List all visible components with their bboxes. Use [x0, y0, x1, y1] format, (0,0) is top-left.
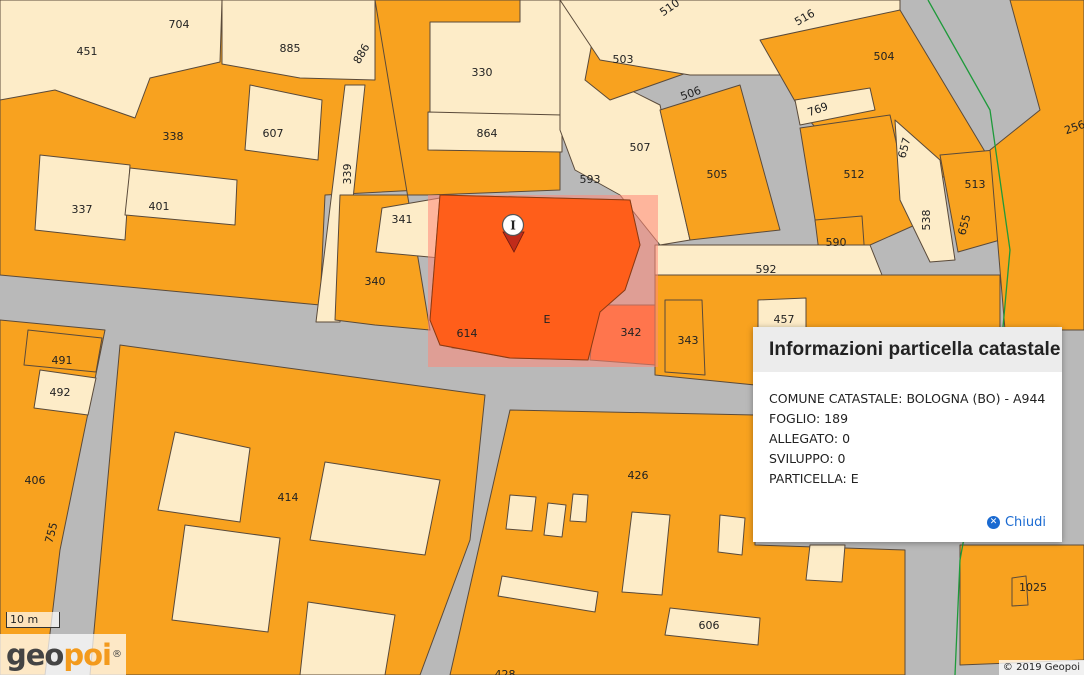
parcel-label: 513: [965, 178, 986, 191]
parcel-label: 593: [580, 173, 601, 186]
parcel-label: 401: [149, 200, 170, 213]
parcel-label: 339: [341, 164, 354, 185]
close-button[interactable]: ✕ Chiudi: [986, 515, 1046, 530]
parcel-label: 538: [920, 210, 933, 231]
geopoi-logo: geo poi ®: [0, 634, 126, 675]
parcel-label: E: [544, 313, 551, 326]
info-popup: Informazioni particella catastale COMUNE…: [753, 327, 1062, 542]
parcel-label: 341: [392, 213, 413, 226]
logo-registered-mark: ®: [111, 649, 122, 660]
parcel-label: 590: [826, 236, 847, 249]
parcel-label: 592: [756, 263, 777, 276]
parcel-label: 864: [477, 127, 498, 140]
popup-row-foglio: FOGLIO: 189: [769, 411, 849, 426]
logo-text-geo: geo: [6, 637, 64, 672]
parcel-label: 338: [163, 130, 184, 143]
parcel-label: 1025: [1019, 581, 1047, 594]
close-circle-icon: ✕: [986, 516, 1000, 529]
parcel-label: 885: [280, 42, 301, 55]
scale-bar: 10 m: [6, 612, 60, 628]
parcel-426-g[interactable]: [805, 544, 846, 583]
parcel-label: 340: [365, 275, 386, 288]
parcel-label: 457: [774, 313, 795, 326]
parcel-label: 512: [844, 168, 865, 181]
parcel-label: 406: [25, 474, 46, 487]
parcel-label: 606: [699, 619, 720, 632]
parcel-label: 337: [72, 203, 93, 216]
logo-text-poi: poi: [63, 637, 112, 672]
popup-row-sviluppo: SVILUPPO: 0: [769, 451, 846, 466]
parcel-label: 507: [630, 141, 651, 154]
popup-row-allegato: ALLEGATO: 0: [769, 431, 851, 446]
popup-body: COMUNE CATASTALE: BOLOGNA (BO) - A944 FO…: [753, 372, 1062, 489]
parcel-label: 426: [628, 469, 649, 482]
popup-title: Informazioni particella catastale: [753, 327, 1062, 372]
copyright-notice: © 2019 Geopoi: [998, 660, 1084, 675]
parcel-label: 451: [77, 45, 98, 58]
parcel-885[interactable]: [221, 0, 376, 81]
parcel-label: 428: [495, 668, 516, 675]
parcel-426-a[interactable]: [505, 494, 537, 532]
parcel-label: 704: [169, 18, 190, 31]
close-label: Chiudi: [1004, 515, 1046, 530]
parcel-337[interactable]: [34, 154, 131, 241]
parcel-label: 505: [707, 168, 728, 181]
parcel-label: 342: [621, 326, 642, 339]
parcel-426-c[interactable]: [569, 493, 589, 523]
parcel-label: 492: [50, 386, 71, 399]
parcel-414-c[interactable]: [171, 524, 281, 633]
parcel-414-d[interactable]: [299, 601, 396, 675]
parcel-label: 607: [263, 127, 284, 140]
parcel-label: 491: [52, 354, 73, 367]
scale-bar-label: 10 m: [10, 613, 39, 626]
popup-row-comune: COMUNE CATASTALE: BOLOGNA (BO) - A944: [769, 391, 1046, 406]
parcel-label: 414: [278, 491, 299, 504]
parcel-label: 504: [874, 50, 895, 63]
parcel-label: 503: [613, 53, 634, 66]
parcel-426-e[interactable]: [717, 514, 746, 556]
parcel-414-a[interactable]: [157, 431, 251, 523]
parcel-426-b[interactable]: [543, 502, 567, 538]
parcel-label: 614: [457, 327, 478, 340]
popup-row-particella: PARTICELLA: E: [769, 471, 859, 486]
parcel-label: 343: [678, 334, 699, 347]
parcel-label: 330: [472, 66, 493, 79]
map-pin-glyph: I: [510, 219, 516, 233]
